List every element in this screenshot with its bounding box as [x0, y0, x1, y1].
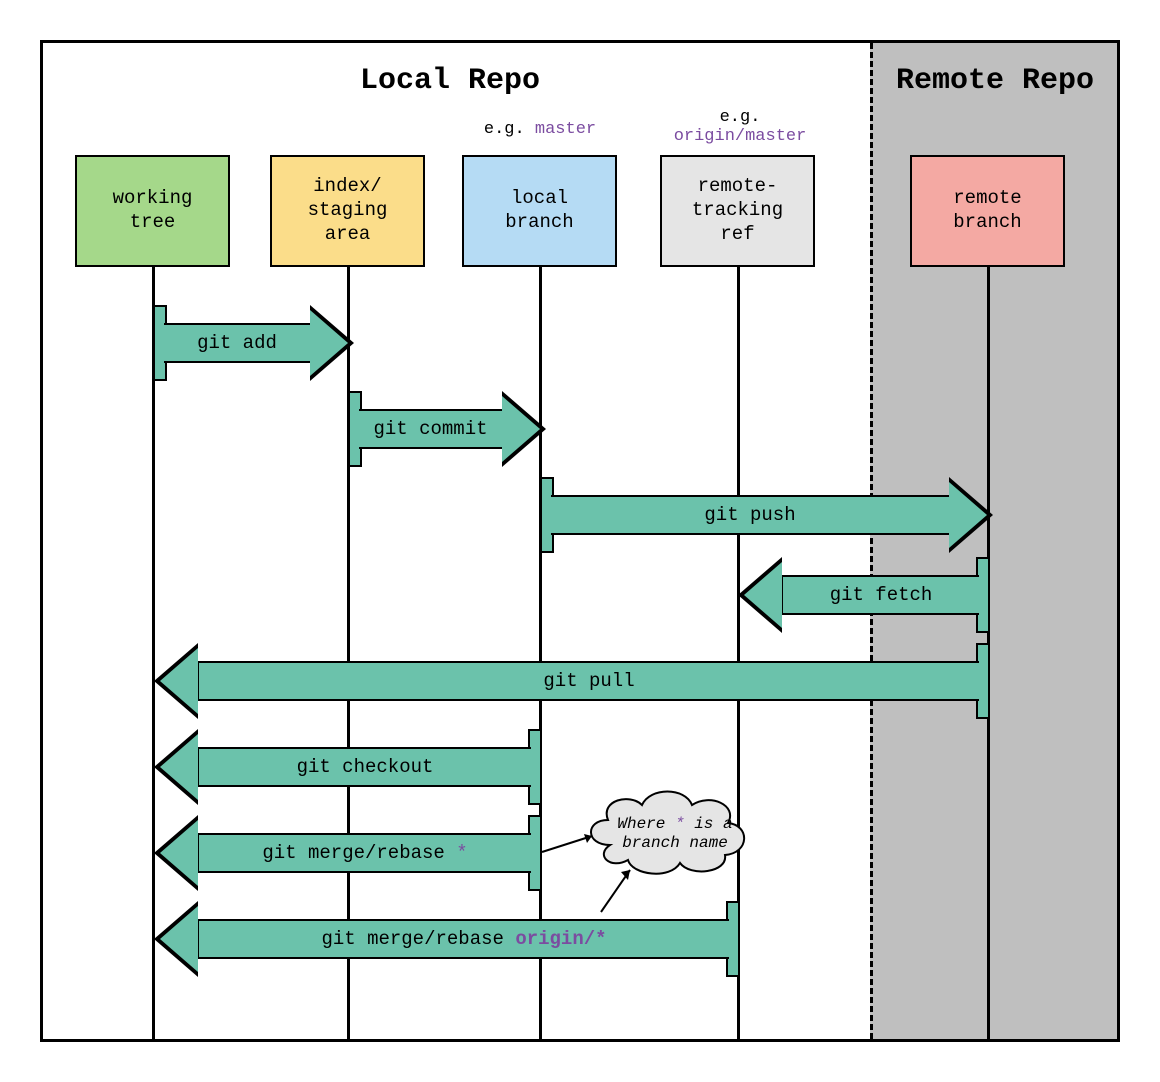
lane-remote-branch: remote branch — [910, 155, 1065, 267]
arrow-commit: git commit — [359, 409, 504, 449]
arrow-checkout: git checkout — [197, 747, 531, 787]
lane-working-tree: working tree — [75, 155, 230, 267]
arrow-checkout-head — [154, 729, 198, 805]
eg-master-label: e.g. master — [450, 120, 630, 139]
cloud-text: Where * is a branch name — [605, 815, 745, 853]
lane-staging-area: index/ staging area — [270, 155, 425, 267]
cloud-connector-2 — [595, 868, 655, 918]
arrow-merge-star-head — [154, 815, 198, 891]
arrow-add: git add — [164, 323, 312, 363]
cloud-connector-1 — [540, 830, 620, 860]
lane-local-branch: local branch — [462, 155, 617, 267]
arrow-add-head — [310, 305, 354, 381]
arrow-commit-head — [502, 391, 546, 467]
eg-origin-master-label: e.g.origin/master — [650, 108, 830, 146]
arrow-fetch: git fetch — [781, 575, 979, 615]
arrow-pull: git pull — [197, 661, 979, 701]
arrow-push-head — [949, 477, 993, 553]
lane-remote-tracking-ref: remote- tracking ref — [660, 155, 815, 267]
arrow-fetch-head — [738, 557, 782, 633]
remote-repo-title: Remote Repo — [880, 64, 1110, 98]
arrow-merge-star: git merge/rebase * — [197, 833, 531, 873]
local-remote-divider — [870, 43, 873, 1039]
arrow-merge-origin-head — [154, 901, 198, 977]
arrow-merge-origin: git merge/rebase origin/* — [197, 919, 729, 959]
local-repo-title: Local Repo — [300, 64, 600, 98]
arrow-pull-head — [154, 643, 198, 719]
arrow-push: git push — [551, 495, 951, 535]
